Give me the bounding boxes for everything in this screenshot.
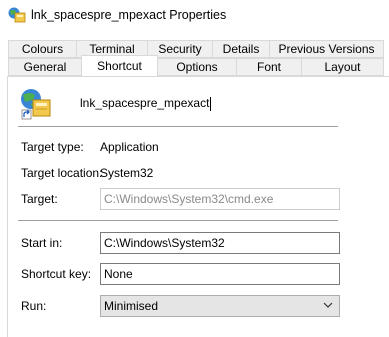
shortcut-name-field[interactable]: lnk_spacespre_mpexact [80, 94, 212, 112]
text-caret [210, 96, 212, 111]
divider-top [18, 126, 338, 127]
run-label: Run: [21, 299, 47, 313]
tab-font[interactable]: Font [236, 58, 302, 76]
tab-layout[interactable]: Layout [301, 58, 384, 76]
tab-options[interactable]: Options [157, 58, 237, 76]
shortcut-name-text: lnk_spacespre_mpexact [80, 96, 210, 110]
tab-details[interactable]: Details [212, 40, 270, 58]
tab-previous-versions[interactable]: Previous Versions [269, 40, 384, 58]
target-field[interactable]: C:\Windows\System32\cmd.exe [100, 188, 340, 210]
target-type-value: Application [100, 140, 159, 154]
shortcut-key-field[interactable]: None [100, 263, 340, 285]
divider-middle [18, 220, 338, 221]
shortcut-key-label: Shortcut key: [21, 267, 92, 281]
shortcut-app-icon [8, 7, 26, 23]
start-in-field[interactable]: C:\Windows\System32 [100, 232, 340, 254]
target-label: Target: [21, 192, 58, 206]
tab-shortcut[interactable]: Shortcut [81, 55, 158, 76]
tab-strip: Colours Terminal Security Details Previo… [0, 38, 389, 78]
title-bar[interactable]: lnk_spacespre_mpexact Properties [0, 0, 389, 30]
chevron-down-icon [323, 302, 333, 308]
shortcut-large-icon [21, 89, 51, 120]
properties-window: lnk_spacespre_mpexact Properties Colours… [0, 0, 389, 337]
tab-general[interactable]: General [8, 58, 82, 76]
start-in-label: Start in: [21, 236, 63, 250]
target-location-value: System32 [100, 166, 154, 180]
run-select[interactable]: Minimised [100, 295, 340, 317]
target-location-label: Target location: [21, 166, 103, 180]
tab-colours[interactable]: Colours [8, 40, 77, 58]
target-type-label: Target type: [21, 140, 84, 154]
run-select-value: Minimised [104, 299, 159, 313]
window-title: lnk_spacespre_mpexact Properties [31, 8, 227, 22]
